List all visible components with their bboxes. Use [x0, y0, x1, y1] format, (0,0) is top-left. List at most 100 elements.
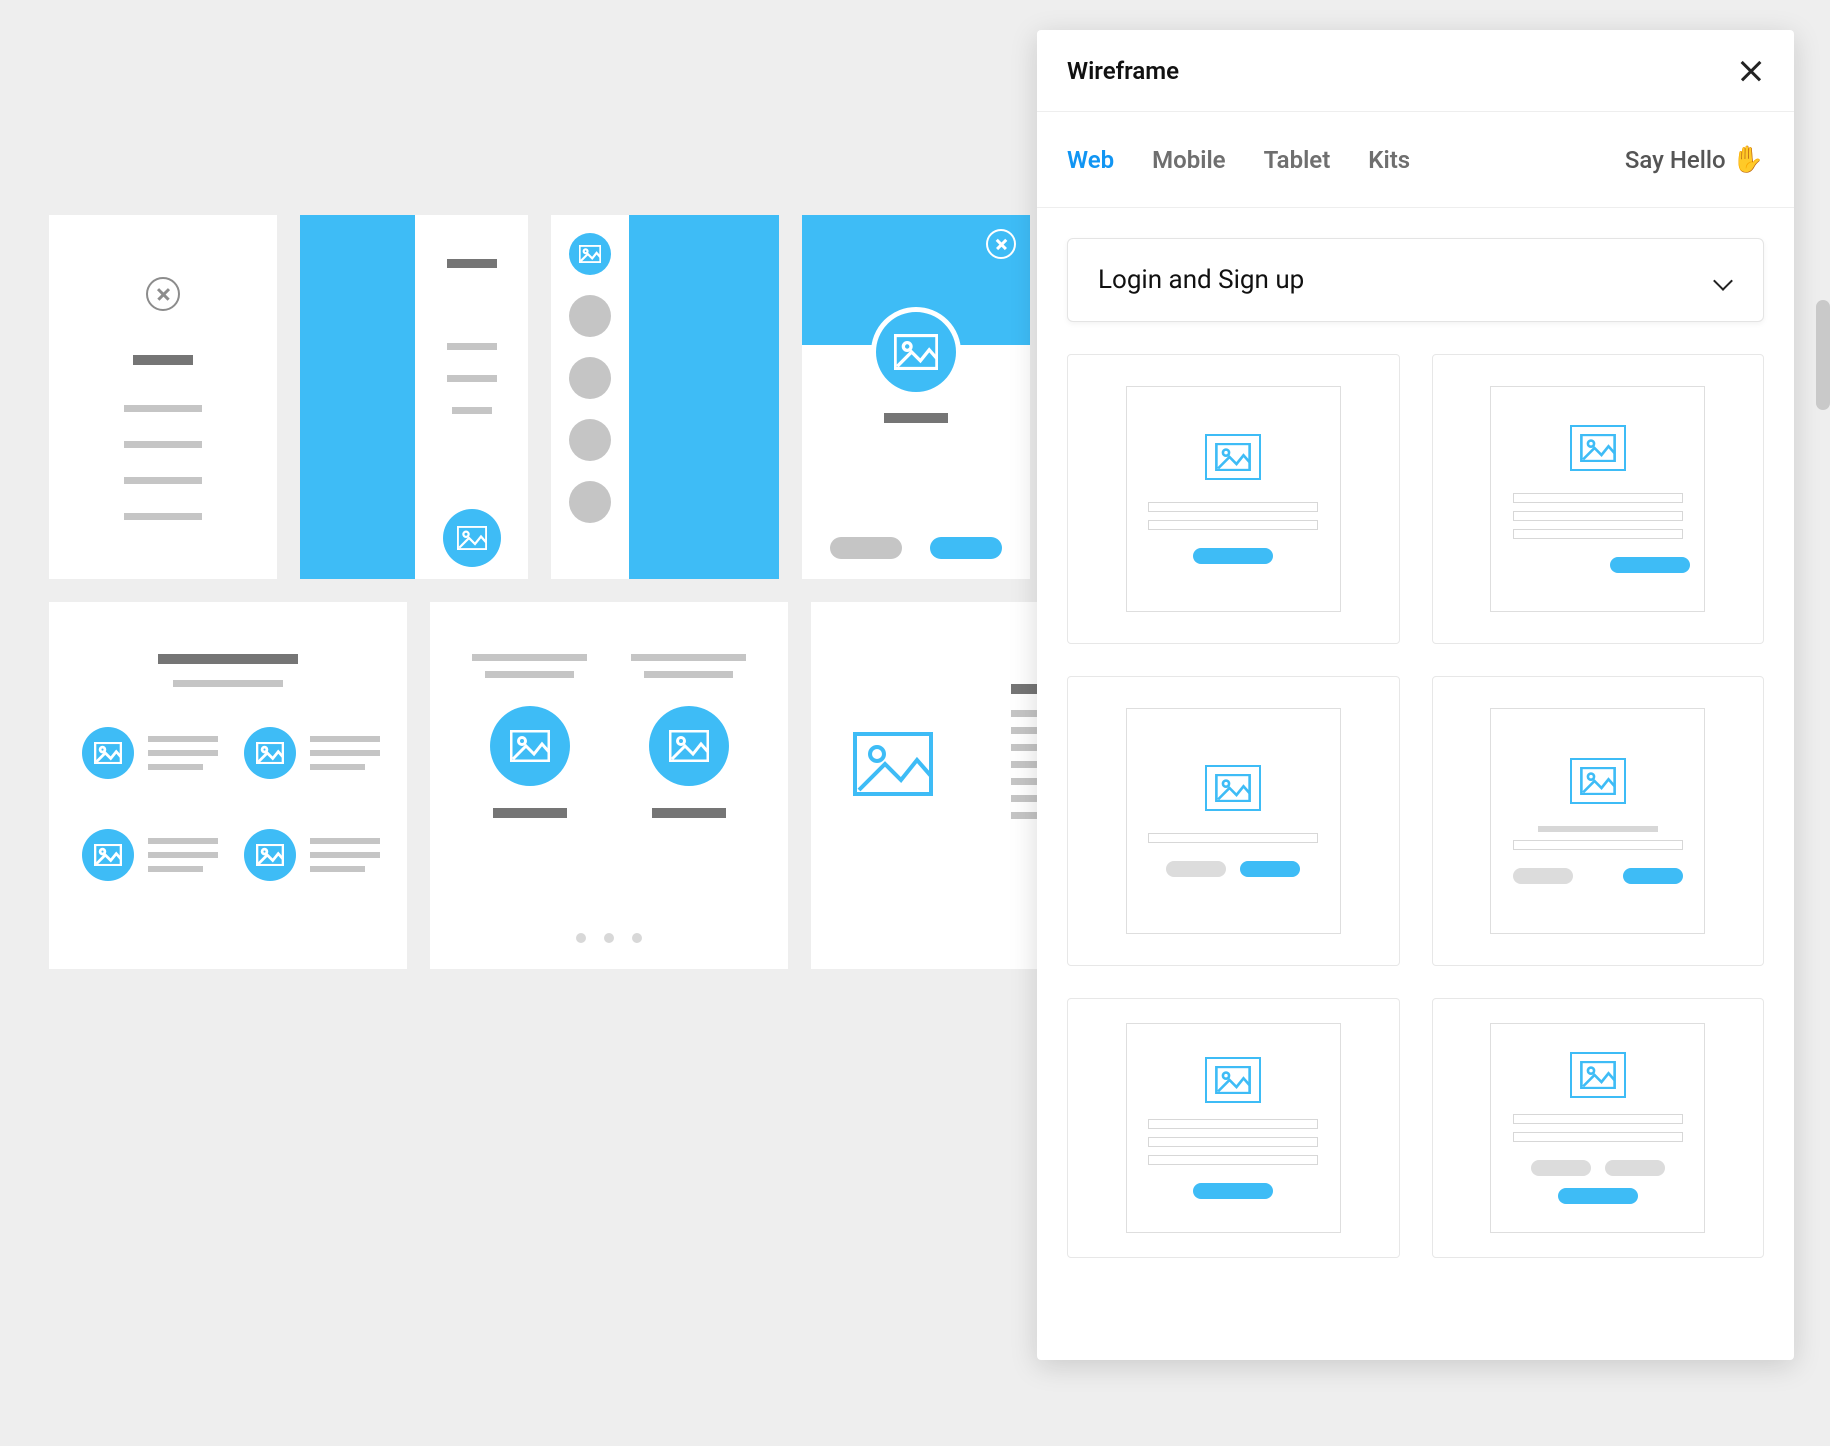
- component-grid: [1067, 354, 1764, 1258]
- placeholder-title: [158, 654, 298, 664]
- placeholder-input: [1148, 1137, 1318, 1147]
- placeholder-button-secondary: [1531, 1160, 1591, 1176]
- component-preview: [1490, 1023, 1705, 1233]
- image-icon: [851, 732, 935, 796]
- image-icon: [82, 829, 134, 881]
- tab-web[interactable]: Web: [1067, 146, 1114, 174]
- placeholder-line: [452, 407, 492, 414]
- feature-item: [244, 727, 380, 779]
- image-icon: [569, 233, 611, 275]
- placeholder-button-secondary: [1605, 1160, 1665, 1176]
- placeholder-line: [124, 405, 202, 412]
- wireframe-row-2: [49, 579, 1192, 969]
- sidebar-accent: [300, 215, 415, 579]
- image-icon: [244, 727, 296, 779]
- tab-kits[interactable]: Kits: [1368, 146, 1410, 174]
- placeholder-line: [124, 513, 202, 520]
- avatar-image-icon: [871, 307, 961, 397]
- placeholder-button-secondary: [1513, 868, 1573, 884]
- wireframe-card-features-columns[interactable]: [430, 602, 788, 969]
- nav-rail: [551, 215, 629, 579]
- image-icon: [490, 706, 570, 786]
- image-icon: [1570, 758, 1626, 804]
- wave-hand-icon: ✋: [1732, 145, 1764, 175]
- placeholder-title: [133, 355, 193, 365]
- say-hello-link[interactable]: Say Hello ✋: [1625, 145, 1764, 175]
- component-signup-multifield-2[interactable]: [1432, 998, 1765, 1258]
- placeholder-button-primary: [1610, 557, 1690, 573]
- placeholder-input: [1148, 1155, 1318, 1165]
- placeholder-input: [1513, 1132, 1683, 1142]
- feature-item: [82, 727, 218, 779]
- placeholder-button-primary: [930, 537, 1002, 559]
- image-icon: [82, 727, 134, 779]
- component-login-split-1[interactable]: [1067, 676, 1400, 966]
- image-icon: [649, 706, 729, 786]
- column: [472, 654, 587, 818]
- placeholder-button-primary: [1240, 861, 1300, 877]
- image-icon: [1205, 765, 1261, 811]
- category-dropdown[interactable]: Login and Sign up: [1067, 238, 1764, 322]
- wireframe-row-1: [49, 215, 1192, 579]
- chevron-down-icon: [1713, 270, 1733, 290]
- close-icon: [986, 229, 1016, 259]
- tab-tablet[interactable]: Tablet: [1264, 146, 1331, 174]
- close-icon[interactable]: [1738, 58, 1764, 84]
- wireframe-card-sidebar-left[interactable]: [300, 215, 528, 579]
- placeholder-input: [1148, 502, 1318, 512]
- placeholder-input: [1513, 1114, 1683, 1124]
- wireframe-card-modal-close[interactable]: [49, 215, 277, 579]
- placeholder-button-primary: [1623, 868, 1683, 884]
- canvas: [49, 215, 1192, 969]
- image-icon: [443, 509, 501, 567]
- component-login-centered-2[interactable]: [1432, 354, 1765, 644]
- dropdown-label: Login and Sign up: [1098, 265, 1304, 295]
- wireframe-card-profile-hero[interactable]: [802, 215, 1030, 579]
- placeholder-input: [1148, 520, 1318, 530]
- placeholder-title: [447, 259, 497, 268]
- panel-tabs: Web Mobile Tablet Kits Say Hello ✋: [1037, 112, 1794, 208]
- placeholder-button-primary: [1193, 1183, 1273, 1199]
- placeholder-title: [652, 808, 726, 818]
- content-panel: [415, 215, 528, 579]
- placeholder-line: [124, 477, 202, 484]
- component-signup-multifield-1[interactable]: [1067, 998, 1400, 1258]
- placeholder-line: [485, 671, 575, 678]
- column: [631, 654, 746, 818]
- scrollbar-thumb[interactable]: [1816, 300, 1830, 410]
- component-preview: [1126, 708, 1341, 934]
- component-login-centered-1[interactable]: [1067, 354, 1400, 644]
- placeholder-button-primary: [1193, 548, 1273, 564]
- component-preview: [1490, 708, 1705, 934]
- placeholder-input: [1513, 511, 1683, 521]
- nav-rail-item: [569, 295, 611, 337]
- placeholder-input: [1148, 833, 1318, 843]
- component-preview: [1126, 1023, 1341, 1233]
- component-preview: [1126, 386, 1341, 612]
- feature-item: [244, 829, 380, 881]
- nav-rail-item: [569, 419, 611, 461]
- placeholder-line: [631, 654, 746, 661]
- placeholder-input: [1513, 529, 1683, 539]
- image-icon: [244, 829, 296, 881]
- image-icon: [1570, 1052, 1626, 1098]
- feature-item: [82, 829, 218, 881]
- image-icon: [1205, 1057, 1261, 1103]
- panel-body: Login and Sign up: [1037, 208, 1794, 1360]
- tab-mobile[interactable]: Mobile: [1152, 146, 1225, 174]
- wireframe-card-features-grid[interactable]: [49, 602, 407, 969]
- component-login-split-2[interactable]: [1432, 676, 1765, 966]
- component-preview: [1490, 386, 1705, 612]
- button-row: [1531, 1160, 1665, 1176]
- placeholder-line: [1538, 826, 1658, 832]
- carousel-dots: [576, 933, 642, 943]
- placeholder-input: [1513, 493, 1683, 503]
- placeholder-line: [644, 671, 734, 678]
- image-icon: [1205, 434, 1261, 480]
- placeholder-line: [472, 654, 587, 661]
- placeholder-input: [1513, 840, 1683, 850]
- placeholder-button-primary: [1558, 1188, 1638, 1204]
- placeholder-line: [124, 441, 202, 448]
- wireframe-card-nav-circle-column[interactable]: [551, 215, 779, 579]
- placeholder-line: [447, 343, 497, 350]
